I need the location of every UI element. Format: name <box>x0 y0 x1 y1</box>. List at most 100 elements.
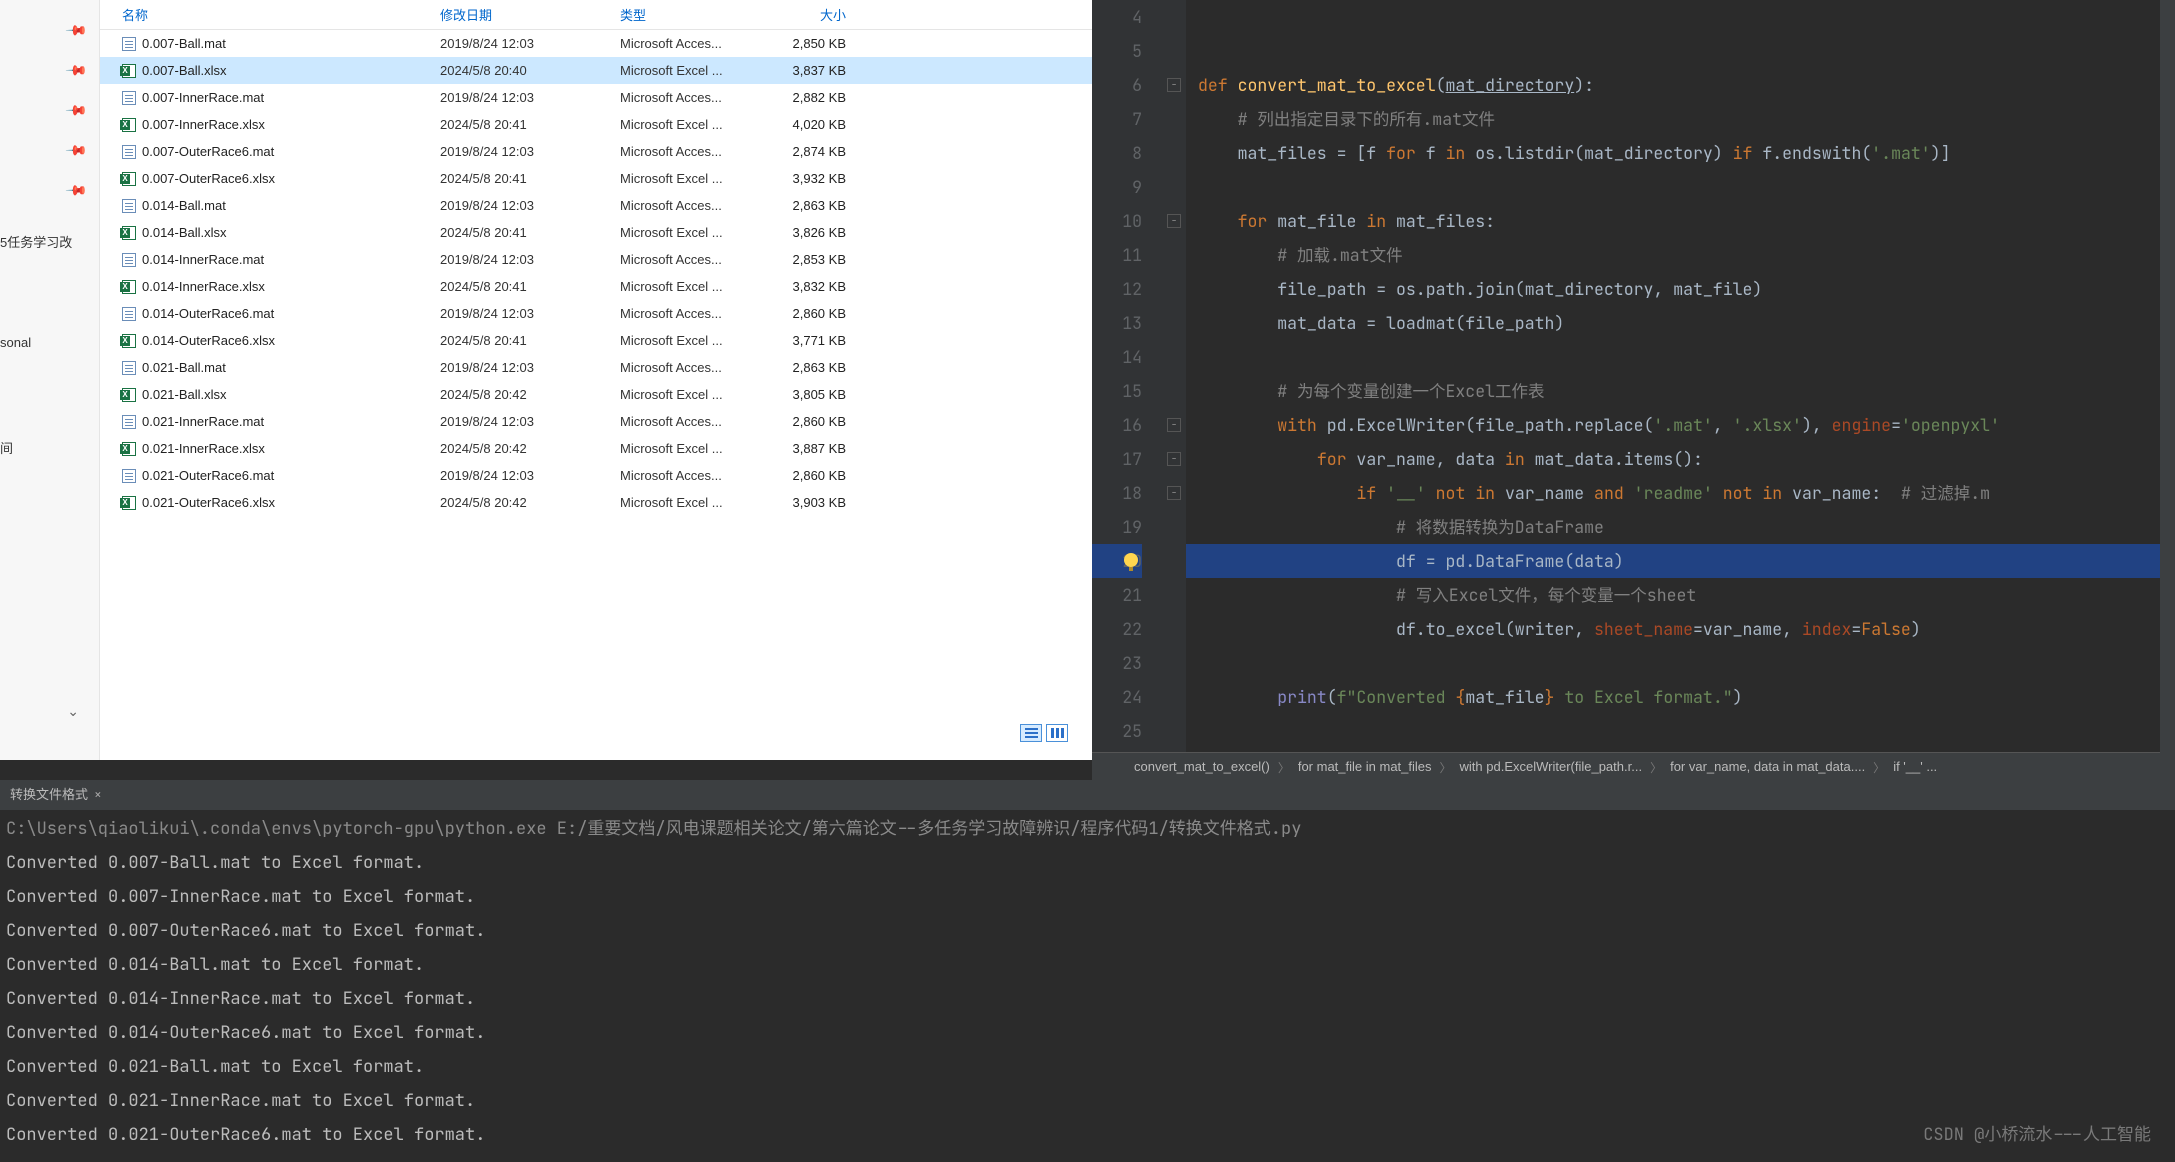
view-icons-button[interactable] <box>1046 724 1068 742</box>
line-number: 9 <box>1092 170 1142 204</box>
file-date: 2019/8/24 12:03 <box>440 414 620 429</box>
fold-icon[interactable]: − <box>1167 452 1181 466</box>
file-size: 3,771 KB <box>768 333 864 348</box>
table-icon <box>122 145 142 159</box>
code-line[interactable]: with pd.ExcelWriter(file_path.replace('.… <box>1186 408 2175 442</box>
terminal-output[interactable]: C:\Users\qiaolikui\.conda\envs\pytorch-g… <box>0 810 2175 1154</box>
file-row[interactable]: 0.007-Ball.xlsx2024/5/8 20:40Microsoft E… <box>100 57 1092 84</box>
file-row[interactable]: 0.021-Ball.xlsx2024/5/8 20:42Microsoft E… <box>100 381 1092 408</box>
code-line[interactable]: for mat_file in mat_files: <box>1186 204 2175 238</box>
excel-icon <box>122 64 142 78</box>
fold-icon[interactable]: − <box>1167 418 1181 432</box>
code-line[interactable]: mat_data = loadmat(file_path) <box>1186 306 2175 340</box>
file-row[interactable]: 0.014-Ball.mat2019/8/24 12:03Microsoft A… <box>100 192 1092 219</box>
file-row[interactable]: 0.021-OuterRace6.mat2019/8/24 12:03Micro… <box>100 462 1092 489</box>
code-line[interactable] <box>1186 170 2175 204</box>
file-row[interactable]: 0.021-InnerRace.mat2019/8/24 12:03Micros… <box>100 408 1092 435</box>
column-date[interactable]: 修改日期 <box>440 5 620 24</box>
file-row[interactable]: 0.014-InnerRace.xlsx2024/5/8 20:41Micros… <box>100 273 1092 300</box>
breadcrumb-item[interactable]: convert_mat_to_excel() <box>1120 759 1284 774</box>
chevron-down-icon[interactable]: ⌄ <box>67 703 79 720</box>
code-line[interactable]: # 列出指定目录下的所有.mat文件 <box>1186 102 2175 136</box>
code-line[interactable]: # 将数据转换为DataFrame <box>1186 510 2175 544</box>
code-line[interactable] <box>1186 34 2175 68</box>
code-lines[interactable]: def convert_mat_to_excel(mat_directory):… <box>1186 0 2175 752</box>
file-type: Microsoft Acces... <box>620 90 768 105</box>
table-icon <box>122 415 142 429</box>
file-type: Microsoft Excel ... <box>620 495 768 510</box>
excel-icon <box>122 226 142 240</box>
file-row[interactable]: 0.014-Ball.xlsx2024/5/8 20:41Microsoft E… <box>100 219 1092 246</box>
column-size[interactable]: 大小 <box>768 5 864 24</box>
file-date: 2019/8/24 12:03 <box>440 90 620 105</box>
code-line[interactable] <box>1186 340 2175 374</box>
close-icon[interactable]: × <box>94 778 102 812</box>
file-row[interactable]: 0.007-OuterRace6.mat2019/8/24 12:03Micro… <box>100 138 1092 165</box>
terminal-line: Converted 0.007-Ball.mat to Excel format… <box>6 846 2169 880</box>
code-line[interactable]: for var_name, data in mat_data.items(): <box>1186 442 2175 476</box>
code-line[interactable]: # 写入Excel文件，每个变量一个sheet <box>1186 578 2175 612</box>
file-row[interactable]: 0.007-OuterRace6.xlsx2024/5/8 20:41Micro… <box>100 165 1092 192</box>
terminal-tab[interactable]: 转换文件格式 × <box>0 778 112 812</box>
code-line[interactable] <box>1186 714 2175 748</box>
line-number: 11 <box>1092 238 1142 272</box>
file-row[interactable]: 0.021-OuterRace6.xlsx2024/5/8 20:42Micro… <box>100 489 1092 516</box>
sidebar-item-label[interactable]: 5任务学习改 <box>0 232 72 251</box>
pin-icon: 📌 <box>64 18 88 42</box>
code-line[interactable]: df.to_excel(writer, sheet_name=var_name,… <box>1186 612 2175 646</box>
code-line[interactable]: if '__' not in var_name and 'readme' not… <box>1186 476 2175 510</box>
scrollbar[interactable] <box>2160 0 2175 780</box>
line-number: 21 <box>1092 578 1142 612</box>
breadcrumb-item[interactable]: with pd.ExcelWriter(file_path.r... <box>1446 759 1657 774</box>
file-type: Microsoft Acces... <box>620 252 768 267</box>
column-type[interactable]: 类型 <box>620 5 768 24</box>
code-line[interactable] <box>1186 646 2175 680</box>
sidebar-item-label[interactable]: 间 <box>0 438 13 457</box>
file-type: Microsoft Acces... <box>620 468 768 483</box>
file-date: 2019/8/24 12:03 <box>440 36 620 51</box>
file-size: 2,853 KB <box>768 252 864 267</box>
file-date: 2024/5/8 20:41 <box>440 117 620 132</box>
file-list[interactable]: 0.007-Ball.mat2019/8/24 12:03Microsoft A… <box>100 30 1092 760</box>
terminal-line: Converted 0.007-OuterRace6.mat to Excel … <box>6 914 2169 948</box>
terminal-line: Converted 0.014-InnerRace.mat to Excel f… <box>6 982 2169 1016</box>
breadcrumb-item[interactable]: for var_name, data in mat_data.... <box>1656 759 1879 774</box>
excel-icon <box>122 442 142 456</box>
column-name[interactable]: 名称 <box>122 5 440 24</box>
file-row[interactable]: 0.014-InnerRace.mat2019/8/24 12:03Micros… <box>100 246 1092 273</box>
file-row[interactable]: 0.007-InnerRace.xlsx2024/5/8 20:41Micros… <box>100 111 1092 138</box>
file-row[interactable]: 0.007-InnerRace.mat2019/8/24 12:03Micros… <box>100 84 1092 111</box>
file-row[interactable]: 0.021-InnerRace.xlsx2024/5/8 20:42Micros… <box>100 435 1092 462</box>
fold-strip: − − − − − <box>1162 0 1186 752</box>
file-row[interactable]: 0.021-Ball.mat2019/8/24 12:03Microsoft A… <box>100 354 1092 381</box>
code-line[interactable]: # 加载.mat文件 <box>1186 238 2175 272</box>
line-number: 18 <box>1092 476 1142 510</box>
view-details-button[interactable] <box>1020 724 1042 742</box>
code-line[interactable] <box>1186 0 2175 34</box>
line-number: 7 <box>1092 102 1142 136</box>
file-size: 4,020 KB <box>768 117 864 132</box>
code-area[interactable]: 45678910111213141516171819202122232425 −… <box>1092 0 2175 752</box>
fold-icon[interactable]: − <box>1167 486 1181 500</box>
code-line[interactable]: df = pd.DataFrame(data) <box>1186 544 2175 578</box>
file-row[interactable]: 0.014-OuterRace6.xlsx2024/5/8 20:41Micro… <box>100 327 1092 354</box>
file-row[interactable]: 0.014-OuterRace6.mat2019/8/24 12:03Micro… <box>100 300 1092 327</box>
code-line[interactable]: print(f"Converted {mat_file} to Excel fo… <box>1186 680 2175 714</box>
file-date: 2024/5/8 20:41 <box>440 279 620 294</box>
breadcrumb-item[interactable]: if '__' ... <box>1879 759 1951 774</box>
table-icon <box>122 307 142 321</box>
code-line[interactable]: # 为每个变量创建一个Excel工作表 <box>1186 374 2175 408</box>
terminal-tab-label: 转换文件格式 <box>10 778 88 812</box>
file-type: Microsoft Excel ... <box>620 171 768 186</box>
sidebar-item-label[interactable]: sonal <box>0 335 31 350</box>
file-row[interactable]: 0.007-Ball.mat2019/8/24 12:03Microsoft A… <box>100 30 1092 57</box>
fold-icon[interactable]: − <box>1167 214 1181 228</box>
code-line[interactable]: def convert_mat_to_excel(mat_directory): <box>1186 68 2175 102</box>
terminal-line: Converted 0.021-Ball.mat to Excel format… <box>6 1050 2169 1084</box>
code-line[interactable]: file_path = os.path.join(mat_directory, … <box>1186 272 2175 306</box>
breadcrumb-item[interactable]: for mat_file in mat_files <box>1284 759 1446 774</box>
fold-icon[interactable]: − <box>1167 78 1181 92</box>
file-date: 2024/5/8 20:41 <box>440 225 620 240</box>
lightbulb-icon[interactable] <box>1124 553 1138 567</box>
code-line[interactable]: mat_files = [f for f in os.listdir(mat_d… <box>1186 136 2175 170</box>
